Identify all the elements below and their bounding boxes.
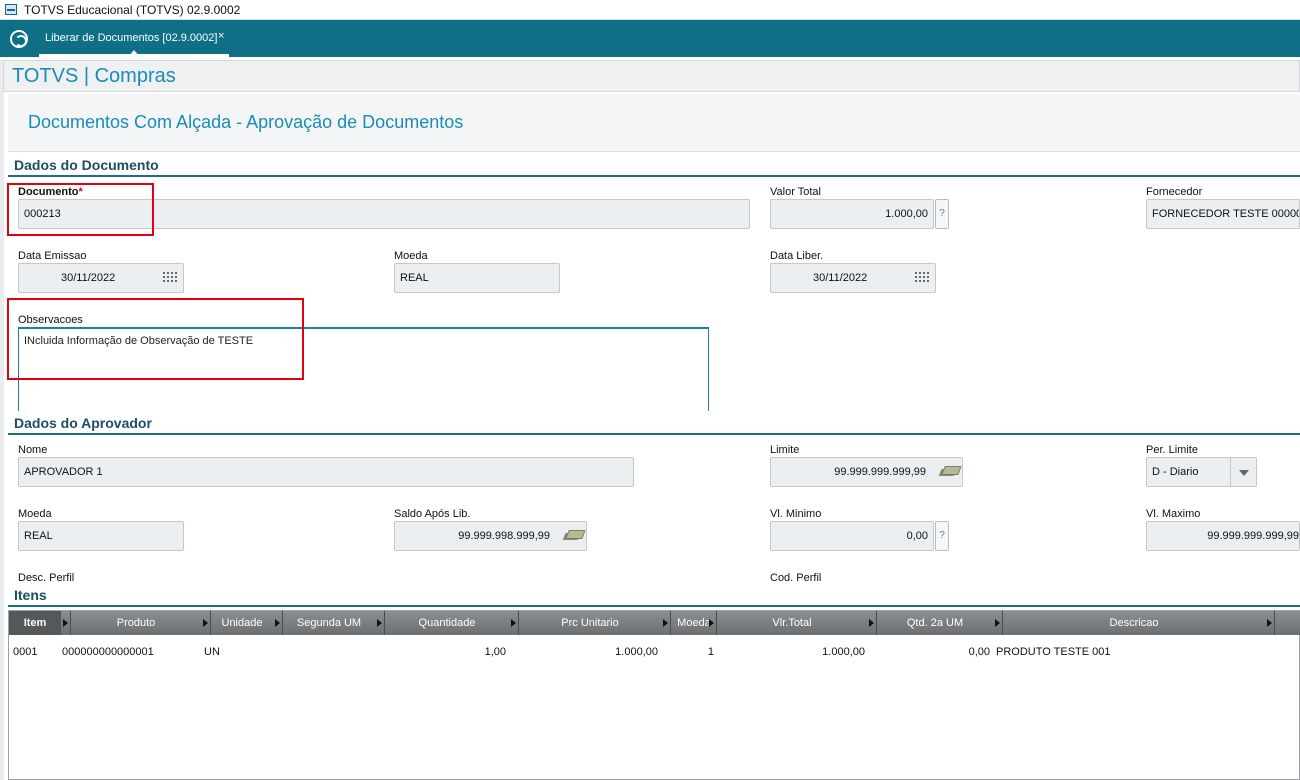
limite-field[interactable]: 99.999.999.999,99 — [770, 457, 963, 487]
window-title-bar: TOTVS Educacional (TOTVS) 02.9.0002 — [0, 0, 1300, 20]
column-header-prc-unitario[interactable]: Prc Unitario — [519, 611, 661, 635]
data-emissao-value: 30/11/2022 — [61, 272, 116, 284]
page-header: Documentos Com Alçada - Aprovação de Doc… — [8, 94, 1300, 152]
grid-header: Item Produto Unidade Segunda UM Quantida… — [9, 611, 1300, 635]
column-separator[interactable] — [661, 611, 671, 635]
totvs-logo-icon[interactable] — [10, 30, 28, 48]
column-separator[interactable] — [993, 611, 1003, 635]
cell-descricao: PRODUTO TESTE 001 — [996, 646, 1111, 658]
data-liber-label: Data Liber. — [770, 250, 824, 262]
column-separator[interactable] — [61, 611, 71, 635]
column-header-quantidade[interactable]: Quantidade — [385, 611, 509, 635]
column-header-unidade[interactable]: Unidade — [211, 611, 273, 635]
vl-minimo-help-button[interactable]: ? — [935, 521, 949, 551]
tab-label: Liberar de Documentos [02.9.0002] — [45, 32, 218, 44]
fornecedor-field[interactable]: FORNECEDOR TESTE 000001 0 — [1146, 199, 1300, 229]
cell-moeda: 1 — [707, 646, 714, 658]
items-grid[interactable]: Item Produto Unidade Segunda UM Quantida… — [8, 610, 1300, 780]
highlight-box-documento — [7, 183, 154, 236]
cell-unidade: UN — [204, 646, 220, 658]
section-title-aprovador: Dados do Aprovador — [14, 415, 152, 431]
vl-maximo-field[interactable]: 99.999.999.999,99 — [1146, 521, 1300, 551]
tab-bar: Liberar de Documentos [02.9.0002] × — [0, 20, 1300, 57]
valor-total-help-button[interactable]: ? — [935, 199, 949, 229]
column-header-qtd-2a-um[interactable]: Qtd. 2a UM — [877, 611, 993, 635]
calendar-icon[interactable] — [163, 272, 177, 284]
app-title: TOTVS | Compras — [12, 65, 176, 87]
moeda-field[interactable]: REAL — [394, 263, 560, 293]
left-border — [0, 60, 4, 780]
valor-total-field[interactable]: 1.000,00 — [770, 199, 934, 229]
vl-minimo-label: Vl. Minimo — [770, 508, 822, 520]
money-icon[interactable] — [940, 466, 958, 477]
money-icon[interactable] — [564, 530, 582, 541]
section-title-itens: Itens — [14, 587, 47, 603]
column-header-descricao[interactable]: Descricao — [1003, 611, 1265, 635]
tab-liberar-documentos[interactable]: Liberar de Documentos [02.9.0002] × — [39, 20, 229, 57]
data-liber-value: 30/11/2022 — [813, 272, 868, 284]
saldo-field[interactable]: 99.999.998.999,99 — [394, 521, 587, 551]
cell-item: 0001 — [13, 646, 38, 658]
aprovador-moeda-field[interactable]: REAL — [18, 521, 184, 551]
section-title-documento: Dados do Documento — [14, 157, 159, 173]
limite-label: Limite — [770, 444, 800, 456]
column-separator[interactable] — [509, 611, 519, 635]
data-emissao-label: Data Emissao — [18, 250, 87, 262]
desc-perfil-label: Desc. Perfil — [18, 572, 75, 584]
close-icon[interactable]: × — [218, 30, 224, 42]
valor-total-label: Valor Total — [770, 186, 821, 198]
nome-label: Nome — [18, 444, 48, 456]
aprovador-moeda-label: Moeda — [18, 508, 52, 520]
section-divider — [8, 175, 1300, 177]
column-separator[interactable] — [375, 611, 385, 635]
cell-prc-unitario: 1.000,00 — [615, 646, 658, 658]
fornecedor-label: Fornecedor — [1146, 186, 1203, 198]
nome-field[interactable]: APROVADOR 1 — [18, 457, 634, 487]
column-header-segunda-um[interactable]: Segunda UM — [283, 611, 375, 635]
cell-quantidade: 1,00 — [484, 646, 506, 658]
moeda-label: Moeda — [394, 250, 428, 262]
calendar-icon[interactable] — [915, 272, 929, 284]
vl-maximo-label: Vl. Maximo — [1146, 508, 1201, 520]
column-separator[interactable] — [707, 611, 717, 635]
per-limite-value: D - Diario — [1152, 466, 1199, 478]
column-header-produto[interactable]: Produto — [71, 611, 201, 635]
cell-vlr-total: 1.000,00 — [822, 646, 865, 658]
column-header-vlr-total[interactable]: Vlr.Total — [717, 611, 867, 635]
page-title: Documentos Com Alçada - Aprovação de Doc… — [28, 112, 464, 132]
chevron-down-icon[interactable] — [1230, 458, 1256, 486]
section-divider — [8, 433, 1300, 435]
saldo-value: 99.999.998.999,99 — [458, 530, 550, 542]
column-header-item[interactable]: Item — [9, 611, 61, 635]
cell-qtd-2a-um: 0,00 — [968, 646, 990, 658]
vl-minimo-field[interactable]: 0,00 — [770, 521, 934, 551]
cod-perfil-label: Cod. Perfil — [770, 572, 822, 584]
section-divider — [8, 605, 1300, 607]
data-emissao-field[interactable]: 30/11/2022 — [18, 263, 184, 293]
highlight-box-observacoes — [7, 298, 304, 380]
data-liber-field[interactable]: 30/11/2022 — [770, 263, 936, 293]
window-app-icon — [5, 4, 17, 15]
column-separator[interactable] — [201, 611, 211, 635]
column-separator[interactable] — [1265, 611, 1275, 635]
limite-value: 99.999.999.999,99 — [834, 466, 926, 478]
per-limite-label: Per. Limite — [1146, 444, 1198, 456]
app-header: TOTVS | Compras — [3, 60, 1300, 92]
saldo-label: Saldo Após Lib. — [394, 508, 471, 520]
tab-active-indicator — [128, 50, 140, 57]
window-title: TOTVS Educacional (TOTVS) 02.9.0002 — [24, 3, 241, 17]
cell-produto: 000000000000001 — [62, 646, 154, 658]
column-separator[interactable] — [273, 611, 283, 635]
column-separator[interactable] — [867, 611, 877, 635]
